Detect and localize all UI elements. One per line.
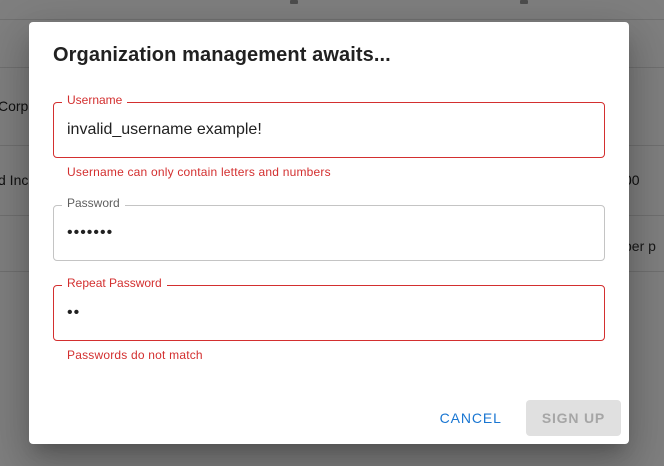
dialog-actions: CANCEL SIGN UP [424, 400, 621, 436]
password-input[interactable] [53, 205, 605, 261]
username-input[interactable] [53, 102, 605, 158]
repeat-password-error-text: Passwords do not match [67, 348, 203, 362]
cancel-button[interactable]: CANCEL [424, 400, 518, 436]
password-field: Password Password [53, 196, 605, 261]
sign-up-button[interactable]: SIGN UP [525, 400, 621, 436]
username-error-text: Username can only contain letters and nu… [67, 165, 331, 179]
dialog-title: Organization management awaits... [53, 44, 391, 66]
signup-dialog: Organization management awaits... Userna… [29, 22, 629, 444]
repeat-password-field: Repeat Password Repeat Password [53, 276, 605, 341]
repeat-password-input[interactable] [53, 285, 605, 341]
username-field: Username Username [53, 93, 605, 158]
